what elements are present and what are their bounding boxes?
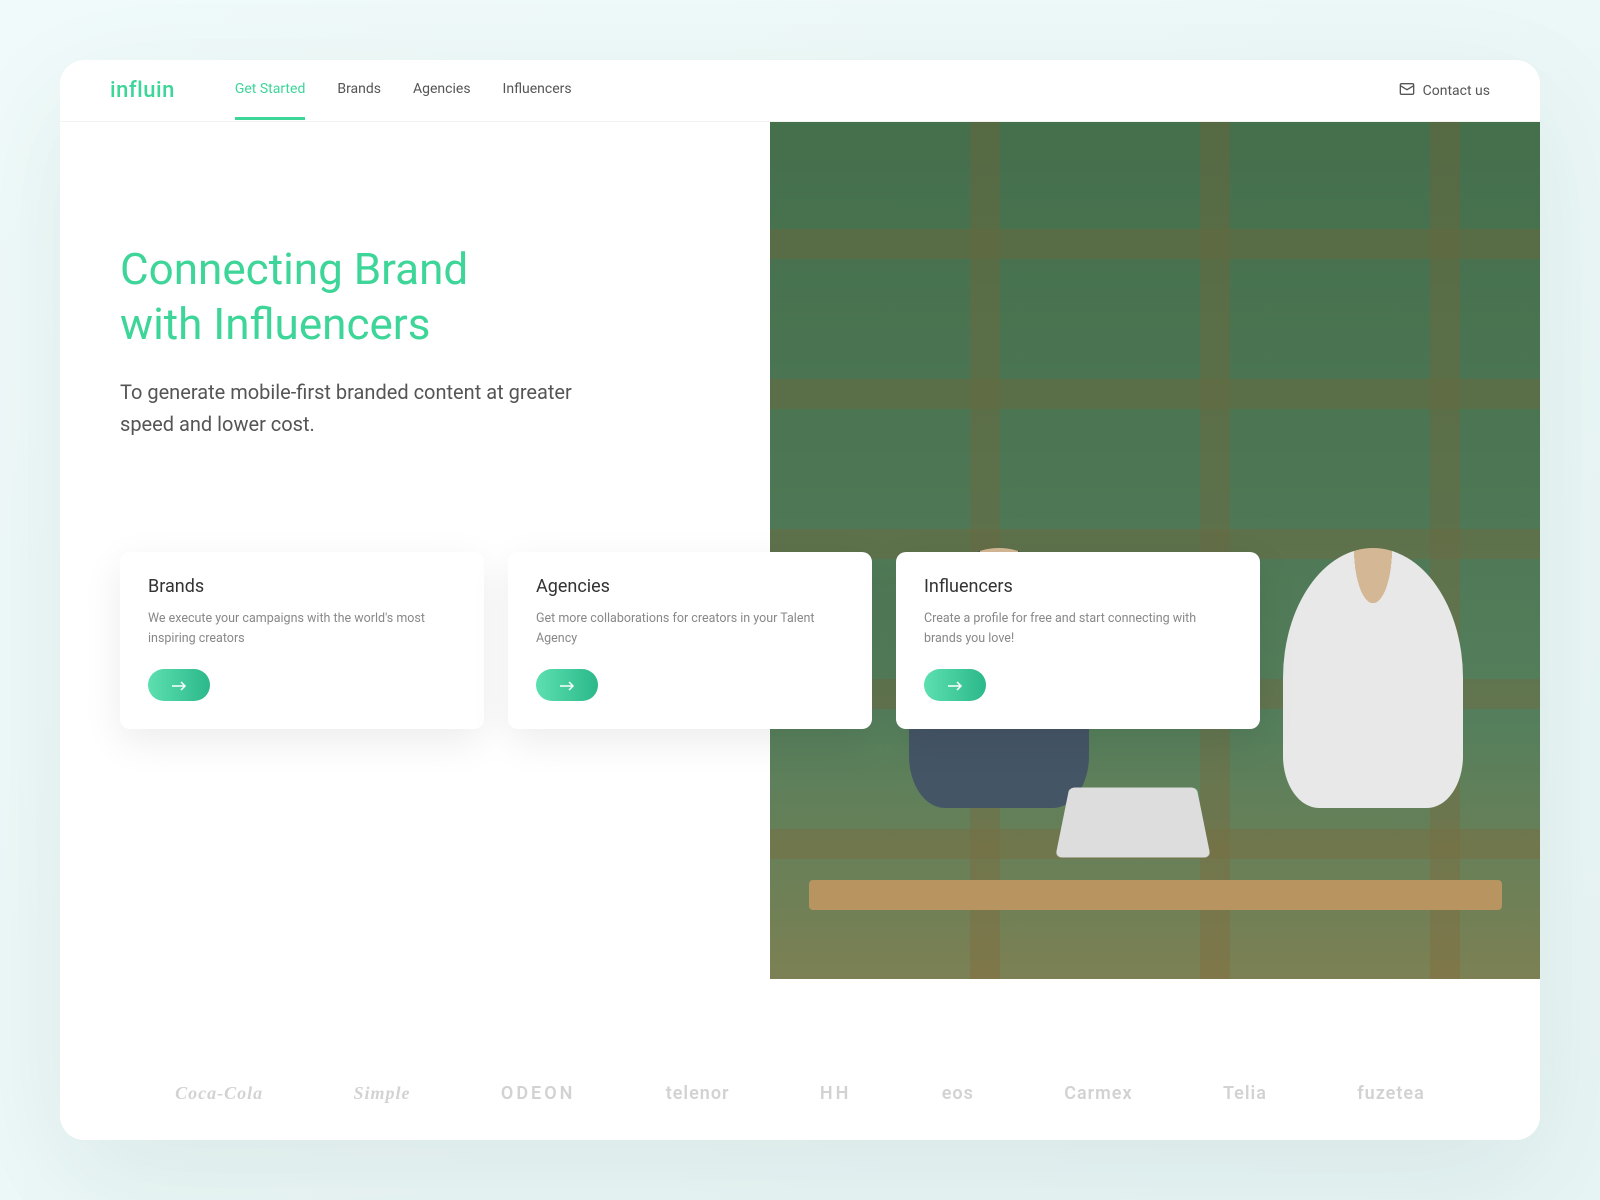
hero-image [770, 122, 1540, 979]
logo-telenor: telenor [666, 1083, 730, 1104]
nav-items: Get Started Brands Agencies Influencers [235, 81, 572, 100]
card-brands-button[interactable] [148, 669, 210, 701]
arrow-right-icon [559, 676, 575, 695]
logo-telia: Telia [1223, 1083, 1267, 1104]
hero-subtitle: To generate mobile-first branded content… [120, 376, 600, 440]
card-desc: We execute your campaigns with the world… [148, 609, 456, 649]
logo-carmex: Carmex [1064, 1083, 1132, 1104]
hero-title: Connecting Brand with Influencers [120, 242, 770, 352]
card-title: Brands [148, 576, 456, 597]
hero-section: Connecting Brand with Influencers To gen… [60, 122, 1540, 1059]
card-agencies-button[interactable] [536, 669, 598, 701]
brand-logos-row: Coca-Cola Simple ODEON telenor HH eos Ca… [60, 1059, 1540, 1140]
card-desc: Get more collaborations for creators in … [536, 609, 844, 649]
card-agencies: Agencies Get more collaborations for cre… [508, 552, 872, 729]
logo-fuzetea: fuzetea [1357, 1083, 1425, 1104]
card-brands: Brands We execute your campaigns with th… [120, 552, 484, 729]
card-desc: Create a profile for free and start conn… [924, 609, 1232, 649]
mail-icon [1399, 81, 1415, 101]
card-influencers: Influencers Create a profile for free an… [896, 552, 1260, 729]
logo-eos: eos [942, 1083, 974, 1104]
contact-link[interactable]: Contact us [1399, 81, 1490, 101]
card-title: Agencies [536, 576, 844, 597]
desk-illustration [809, 880, 1502, 910]
app-window: influin Get Started Brands Agencies Infl… [60, 60, 1540, 1140]
logo-simple: Simple [354, 1083, 411, 1104]
logo-odeon: ODEON [501, 1083, 575, 1104]
contact-label: Contact us [1423, 83, 1490, 99]
cards-row: Brands We execute your campaigns with th… [120, 552, 1540, 729]
nav-influencers[interactable]: Influencers [503, 81, 572, 120]
hero-title-line1: Connecting Brand [120, 243, 468, 295]
hero-title-line2: with Influencers [120, 298, 430, 350]
arrow-right-icon [171, 676, 187, 695]
laptop-illustration [1055, 788, 1211, 858]
arrow-right-icon [947, 676, 963, 695]
logo[interactable]: influin [110, 78, 175, 103]
nav-brands[interactable]: Brands [337, 81, 381, 120]
nav-get-started[interactable]: Get Started [235, 81, 306, 120]
navbar: influin Get Started Brands Agencies Infl… [60, 60, 1540, 122]
logo-hh: HH [820, 1083, 852, 1104]
nav-agencies[interactable]: Agencies [413, 81, 471, 120]
card-title: Influencers [924, 576, 1232, 597]
card-influencers-button[interactable] [924, 669, 986, 701]
hero-image-container [770, 122, 1540, 979]
logo-cocacola: Coca-Cola [175, 1083, 263, 1104]
